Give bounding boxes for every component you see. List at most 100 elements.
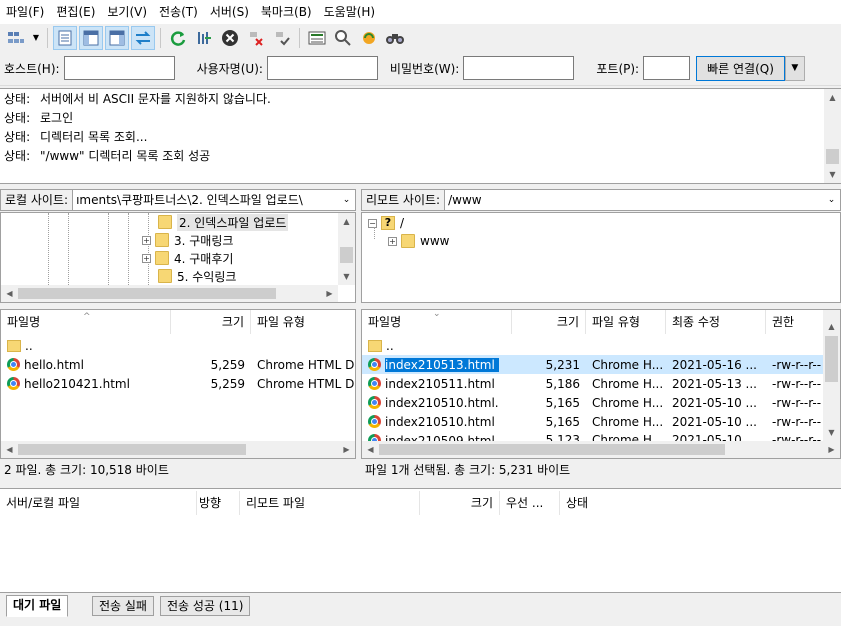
expand-icon[interactable]: + [142,253,151,263]
scroll-up-icon[interactable]: ▲ [824,89,841,106]
scroll-down-icon[interactable]: ▼ [824,166,841,183]
tab-queued-files[interactable]: 대기 파일 [6,595,69,617]
list-item[interactable]: index210510.html. 5,165 Chrome H... 2021… [362,393,824,412]
menu-view[interactable]: 보기(V) [101,0,153,24]
queue-column-status[interactable]: 상태 [560,491,660,515]
reconnect-icon[interactable] [270,26,294,50]
toggle-queue-icon[interactable] [131,25,155,50]
scroll-thumb[interactable] [379,444,725,455]
menu-server[interactable]: 서버(S) [204,0,255,24]
list-item[interactable]: index210511.html 5,186 Chrome H... 2021-… [362,374,824,393]
remote-list-hscroll[interactable]: ◀ ▶ [362,441,840,458]
list-item[interactable]: hello210421.html 5,259 Chrome HTML Do [1,374,355,393]
scroll-thumb[interactable] [18,288,276,299]
tree-item[interactable]: 5. 수익링크 [158,267,236,285]
column-filetype[interactable]: 파일 유형 [586,310,666,334]
refresh-icon[interactable] [166,26,190,50]
scroll-right-icon[interactable]: ▶ [321,285,338,302]
local-path-input[interactable]: ıments\쿠팡파트너스\2. 인덱스파일 업로드\ ⌄ [73,189,356,211]
queue-column-local[interactable]: 서버/로컬 파일 [0,491,197,515]
menu-edit[interactable]: 편집(E) [50,0,101,24]
collapse-icon[interactable]: − [368,218,377,228]
scroll-left-icon[interactable]: ◀ [1,285,18,302]
scroll-up-icon[interactable]: ▲ [823,318,840,335]
remote-list-vscroll[interactable]: ▲ ▼ [823,310,840,441]
log-scrollbar[interactable]: ▲ ▼ [824,89,841,183]
tree-item[interactable]: 2. 인덱스파일 업로드 [158,213,289,231]
column-permissions[interactable]: 권한 [766,310,824,334]
queue-column-size[interactable]: 크기 [420,491,500,515]
quickconnect-dropdown[interactable]: ▼ [784,55,805,81]
list-item[interactable]: index210510.html 5,165 Chrome H... 2021-… [362,412,824,431]
scroll-down-icon[interactable]: ▼ [338,268,355,285]
port-input[interactable] [643,56,691,80]
menu-bookmarks[interactable]: 북마크(B) [255,0,318,24]
scroll-thumb[interactable] [340,247,353,263]
sync-browse-icon[interactable] [357,26,381,50]
scroll-up-icon[interactable]: ▲ [338,213,355,230]
scroll-down-icon[interactable]: ▼ [823,424,840,441]
directory-filter-icon[interactable] [305,26,329,50]
scroll-left-icon[interactable]: ◀ [1,441,18,458]
scroll-thumb[interactable] [825,336,838,382]
column-modified[interactable]: 최종 수정 [666,310,766,334]
column-filetype[interactable]: 파일 유형 [251,310,355,334]
password-label: 비밀번호(W): [389,61,460,76]
port-label: 포트(P): [596,61,640,76]
tree-item[interactable]: + 4. 구매후기 [142,249,233,267]
password-input[interactable] [463,56,575,80]
expand-icon[interactable]: + [388,236,397,246]
local-tree-hscroll[interactable]: ◀ ▶ [1,285,338,302]
compare-icon[interactable] [331,26,355,50]
menu-bar: 파일(F) 편집(E) 보기(V) 전송(T) 서버(S) 북마크(B) 도움말… [0,0,841,24]
dropdown-arrow-icon[interactable]: ▼ [30,26,42,50]
column-size[interactable]: 크기 [171,310,251,334]
scroll-right-icon[interactable]: ▶ [823,441,840,458]
file-size: 5,231 [545,357,580,372]
scroll-left-icon[interactable]: ◀ [362,441,379,458]
file-modified: 2021-05-10 ... [672,414,757,429]
log-line: 상태: 로그인 [0,109,841,128]
scroll-right-icon[interactable]: ▶ [338,441,355,458]
list-item[interactable]: .. [362,336,824,355]
local-status: 2 파일. 총 크기: 10,518 바이트 [0,459,356,481]
queue-column-direction[interactable]: 방향 [197,491,240,515]
menu-transfer[interactable]: 전송(T) [153,0,204,24]
local-tree-vscroll[interactable]: ▲ ▼ [338,213,355,285]
menu-file[interactable]: 파일(F) [0,0,50,24]
host-input[interactable] [63,56,175,80]
cancel-icon[interactable] [218,26,242,50]
chevron-down-icon[interactable]: ⌄ [823,190,840,210]
toggle-local-tree-icon[interactable] [79,25,103,50]
disconnect-icon[interactable] [244,26,268,50]
menu-help[interactable]: 도움말(H) [318,0,382,24]
chevron-down-icon[interactable]: ⌄ [338,190,355,210]
process-queue-icon[interactable] [192,26,216,50]
log-label: 상태: [4,111,31,125]
column-size[interactable]: 크기 [512,310,586,334]
list-item[interactable]: .. [1,336,355,355]
expand-icon[interactable]: + [142,235,151,245]
scroll-thumb[interactable] [18,444,246,455]
search-icon[interactable] [383,26,407,50]
toggle-log-icon[interactable] [53,25,77,50]
queue-column-remote[interactable]: 리모트 파일 [240,491,420,515]
tree-item[interactable]: + 3. 구매링크 [142,231,233,249]
tab-successful-transfers[interactable]: 전송 성공 (11) [160,596,251,616]
folder-icon [155,251,169,265]
folder-icon [155,233,169,247]
scroll-thumb[interactable] [826,149,839,164]
username-input[interactable] [266,56,378,80]
toggle-remote-tree-icon[interactable] [105,25,129,50]
quickconnect-button[interactable]: 빠른 연결(Q) [696,55,785,81]
queue-column-priority[interactable]: 우선 ... [500,491,560,515]
tree-item-www[interactable]: + www [388,232,449,250]
tab-failed-transfers[interactable]: 전송 실패 [92,596,154,616]
remote-path-input[interactable]: /www ⌄ [445,189,841,211]
local-list-hscroll[interactable]: ◀ ▶ [1,441,355,458]
site-manager-icon[interactable] [4,26,28,50]
file-size: 5,165 [545,414,580,429]
list-item[interactable]: hello.html 5,259 Chrome HTML Do [1,355,355,374]
file-permissions: -rw-r--r-- [772,376,822,391]
list-item-selected[interactable]: index210513.html 5,231 Chrome H... 2021-… [362,355,824,374]
